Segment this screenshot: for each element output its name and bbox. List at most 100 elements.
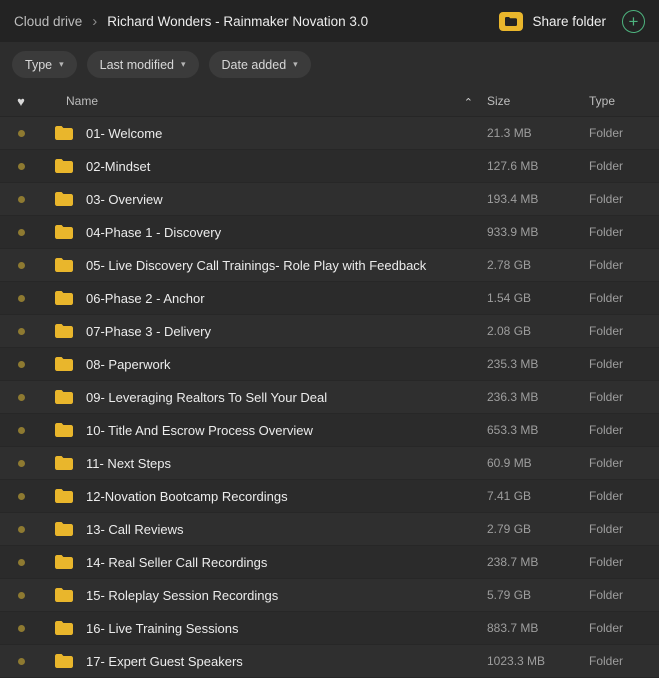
file-type: Folder <box>589 390 659 404</box>
favorite-toggle[interactable] <box>0 559 42 566</box>
file-size: 236.3 MB <box>487 390 589 404</box>
table-row[interactable]: 06-Phase 2 - Anchor 1.54 GB Folder <box>0 282 659 315</box>
favorite-dot-icon <box>18 361 25 368</box>
table-row[interactable]: 05- Live Discovery Call Trainings- Role … <box>0 249 659 282</box>
filter-date-added-dropdown[interactable]: Date added ▾ <box>209 51 311 78</box>
favorite-dot-icon <box>18 427 25 434</box>
favorite-toggle[interactable] <box>0 295 42 302</box>
column-header-name[interactable]: Name ⌃ <box>42 94 487 108</box>
file-type: Folder <box>589 291 659 305</box>
table-row[interactable]: 08- Paperwork 235.3 MB Folder <box>0 348 659 381</box>
favorite-dot-icon <box>18 328 25 335</box>
file-type: Folder <box>589 489 659 503</box>
table-row[interactable]: 13- Call Reviews 2.79 GB Folder <box>0 513 659 546</box>
filter-type-label: Type <box>25 58 52 72</box>
filter-bar: Type ▾ Last modified ▾ Date added ▾ <box>0 42 659 86</box>
table-row[interactable]: 10- Title And Escrow Process Overview 65… <box>0 414 659 447</box>
table-row[interactable]: 04-Phase 1 - Discovery 933.9 MB Folder <box>0 216 659 249</box>
favorite-dot-icon <box>18 460 25 467</box>
file-size: 21.3 MB <box>487 126 589 140</box>
favorite-dot-icon <box>18 130 25 137</box>
file-type: Folder <box>589 225 659 239</box>
favorite-toggle[interactable] <box>0 163 42 170</box>
favorite-dot-icon <box>18 526 25 533</box>
table-row[interactable]: 17- Expert Guest Speakers 1023.3 MB Fold… <box>0 645 659 678</box>
file-name: 07-Phase 3 - Delivery <box>86 324 487 339</box>
file-type: Folder <box>589 324 659 338</box>
file-type: Folder <box>589 555 659 569</box>
favorite-toggle[interactable] <box>0 625 42 632</box>
folder-icon <box>54 158 74 174</box>
file-name: 17- Expert Guest Speakers <box>86 654 487 669</box>
breadcrumb-current-folder: Richard Wonders - Rainmaker Novation 3.0 <box>107 14 368 29</box>
favorite-toggle[interactable] <box>0 361 42 368</box>
table-row[interactable]: 14- Real Seller Call Recordings 238.7 MB… <box>0 546 659 579</box>
favorite-toggle[interactable] <box>0 262 42 269</box>
file-size: 2.08 GB <box>487 324 589 338</box>
file-name: 15- Roleplay Session Recordings <box>86 588 487 603</box>
column-header-size[interactable]: Size <box>487 94 589 108</box>
folder-icon-cell <box>42 158 86 174</box>
table-row[interactable]: 09- Leveraging Realtors To Sell Your Dea… <box>0 381 659 414</box>
table-row[interactable]: 11- Next Steps 60.9 MB Folder <box>0 447 659 480</box>
favorite-dot-icon <box>18 196 25 203</box>
breadcrumb: Cloud drive › Richard Wonders - Rainmake… <box>14 14 368 29</box>
table-row[interactable]: 16- Live Training Sessions 883.7 MB Fold… <box>0 612 659 645</box>
folder-icon <box>54 422 74 438</box>
favorite-dot-icon <box>18 394 25 401</box>
table-row[interactable]: 12-Novation Bootcamp Recordings 7.41 GB … <box>0 480 659 513</box>
add-button[interactable]: + <box>622 10 645 33</box>
table-row[interactable]: 01- Welcome 21.3 MB Folder <box>0 117 659 150</box>
favorite-dot-icon <box>18 295 25 302</box>
folder-icon-cell <box>42 389 86 405</box>
file-name: 01- Welcome <box>86 126 487 141</box>
favorite-toggle[interactable] <box>0 526 42 533</box>
favorite-toggle[interactable] <box>0 658 42 665</box>
file-type: Folder <box>589 423 659 437</box>
column-header-type[interactable]: Type <box>589 94 659 108</box>
favorite-toggle[interactable] <box>0 328 42 335</box>
table-row[interactable]: 15- Roleplay Session Recordings 5.79 GB … <box>0 579 659 612</box>
breadcrumb-chevron-icon: › <box>92 14 97 29</box>
file-type: Folder <box>589 192 659 206</box>
table-row[interactable]: 03- Overview 193.4 MB Folder <box>0 183 659 216</box>
favorite-toggle[interactable] <box>0 493 42 500</box>
file-size: 235.3 MB <box>487 357 589 371</box>
share-folder-button[interactable]: Share folder <box>499 12 606 31</box>
favorite-toggle[interactable] <box>0 460 42 467</box>
favorite-toggle[interactable] <box>0 229 42 236</box>
file-size: 1.54 GB <box>487 291 589 305</box>
file-size: 2.78 GB <box>487 258 589 272</box>
favorite-dot-icon <box>18 493 25 500</box>
folder-icon-cell <box>42 521 86 537</box>
folder-icon-cell <box>42 554 86 570</box>
file-size: 127.6 MB <box>487 159 589 173</box>
file-type: Folder <box>589 159 659 173</box>
favorite-toggle[interactable] <box>0 394 42 401</box>
folder-icon <box>54 290 74 306</box>
filter-last-modified-dropdown[interactable]: Last modified ▾ <box>87 51 199 78</box>
folder-icon-cell <box>42 587 86 603</box>
file-name: 16- Live Training Sessions <box>86 621 487 636</box>
file-type: Folder <box>589 588 659 602</box>
file-type: Folder <box>589 357 659 371</box>
favorite-toggle[interactable] <box>0 196 42 203</box>
file-name: 09- Leveraging Realtors To Sell Your Dea… <box>86 390 487 405</box>
breadcrumb-root-link[interactable]: Cloud drive <box>14 14 82 29</box>
favorite-toggle[interactable] <box>0 592 42 599</box>
folder-icon <box>54 455 74 471</box>
file-type: Folder <box>589 621 659 635</box>
favorite-toggle[interactable] <box>0 130 42 137</box>
favorite-column-header[interactable]: ♥ <box>0 95 42 108</box>
filter-type-dropdown[interactable]: Type ▾ <box>12 51 77 78</box>
column-header-name-label: Name <box>66 94 98 108</box>
table-row[interactable]: 02-Mindset 127.6 MB Folder <box>0 150 659 183</box>
topbar-actions: Share folder + <box>499 10 645 33</box>
favorite-toggle[interactable] <box>0 427 42 434</box>
file-size: 238.7 MB <box>487 555 589 569</box>
folder-icon-cell <box>42 323 86 339</box>
favorite-dot-icon <box>18 262 25 269</box>
folder-icon-cell <box>42 191 86 207</box>
table-row[interactable]: 07-Phase 3 - Delivery 2.08 GB Folder <box>0 315 659 348</box>
file-type: Folder <box>589 258 659 272</box>
